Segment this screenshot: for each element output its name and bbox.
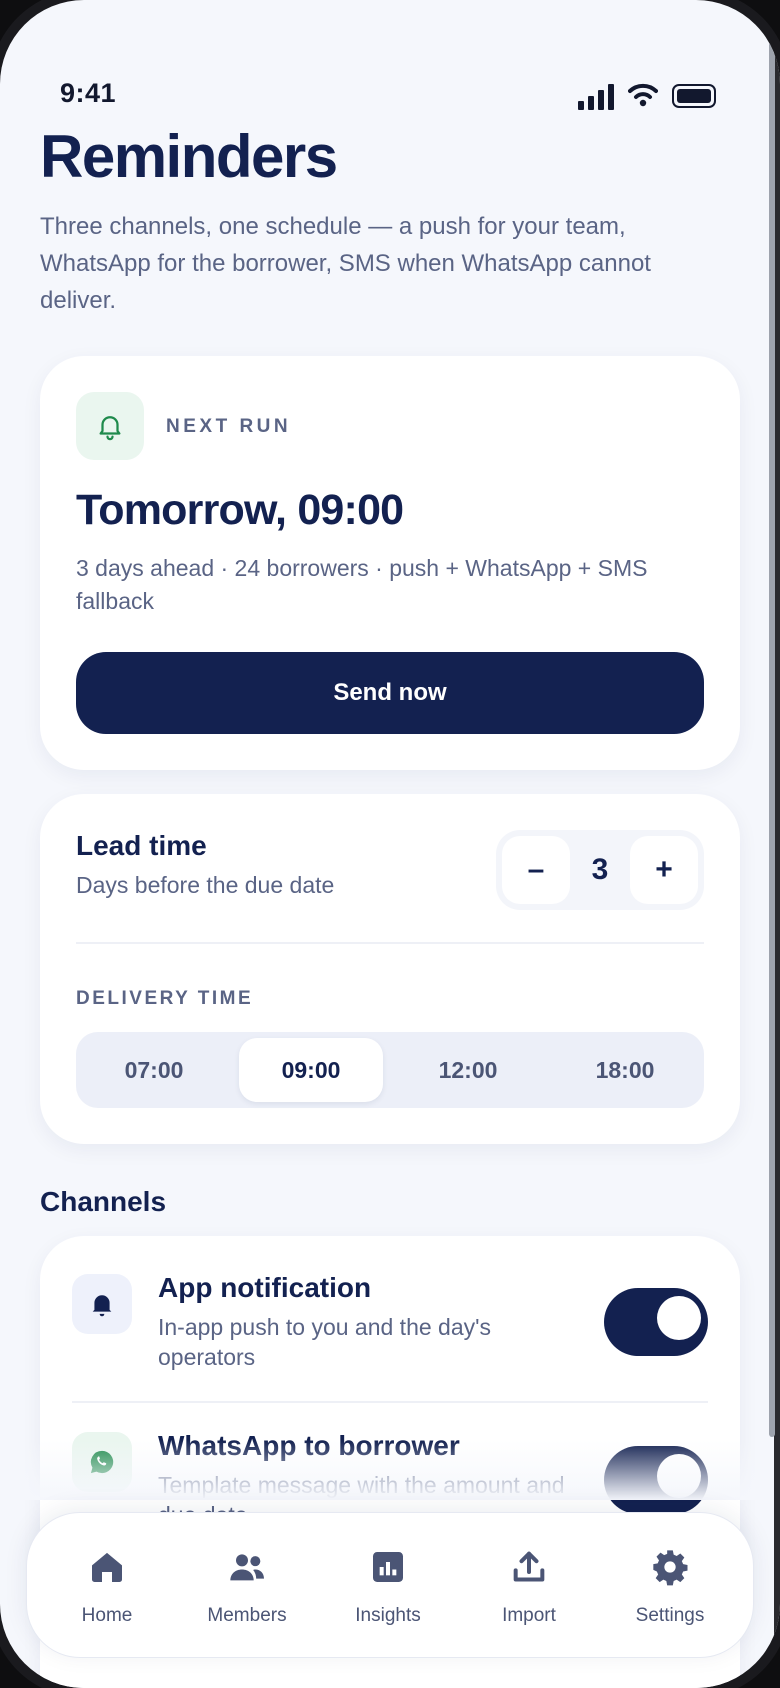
decrement-button[interactable]: – (502, 836, 570, 904)
insights-icon (373, 1552, 403, 1582)
tab-label: Members (207, 1605, 287, 1626)
tab-label: Settings (635, 1605, 705, 1626)
divider (76, 942, 704, 944)
bell-icon (76, 392, 144, 460)
next-run-card: NEXT RUN Tomorrow, 09:00 3 days ahead · … (40, 356, 740, 770)
page-description: Three channels, one schedule — a push fo… (40, 213, 651, 314)
tab-settings[interactable]: Settings (600, 1535, 740, 1645)
scrollbar[interactable] (769, 42, 775, 1437)
delivery-time-selector: 07:00 09:00 12:00 18:00 (76, 1032, 704, 1108)
tab-import[interactable]: Import (459, 1535, 599, 1645)
delivery-time-label: DELIVERY TIME (76, 988, 254, 1009)
tab-label: Home (81, 1605, 133, 1626)
status-icons (578, 82, 716, 110)
bell-icon (72, 1274, 132, 1334)
settings-icon (653, 1550, 688, 1586)
import-icon (513, 1551, 545, 1582)
delivery-option-1200[interactable]: 12:00 (396, 1038, 540, 1102)
signal-icon (578, 84, 614, 110)
members-icon (230, 1554, 264, 1581)
delivery-option-0700[interactable]: 07:00 (82, 1038, 226, 1102)
next-run-title: Tomorrow, 09:00 (76, 486, 404, 534)
status-time: 9:41 (60, 78, 117, 108)
scroll-fade (0, 1440, 780, 1500)
lead-time-value: 3 (591, 853, 609, 886)
channel-title: App notification (158, 1272, 372, 1303)
next-run-label: NEXT RUN (166, 416, 292, 437)
send-now-button[interactable]: Send now (76, 652, 704, 734)
lead-time-card: Lead time Days before the due date – 3 +… (40, 794, 740, 1144)
page-title: Reminders (40, 123, 338, 190)
lead-time-subtitle: Days before the due date (76, 872, 335, 898)
tab-insights[interactable]: Insights (318, 1535, 458, 1645)
channel-description: In-app push to you and the day's operato… (158, 1314, 492, 1370)
tab-bar: Home Members Insights Import Settings (26, 1512, 754, 1658)
battery-icon (672, 84, 716, 108)
tab-label: Import (502, 1605, 556, 1626)
delivery-option-1800[interactable]: 18:00 (553, 1038, 697, 1102)
app-notification-toggle[interactable] (604, 1288, 708, 1356)
home-icon (92, 1552, 122, 1582)
lead-time-title: Lead time (76, 830, 207, 861)
next-run-meta: 3 days ahead · 24 borrowers · push + Wha… (76, 555, 648, 614)
delivery-option-0900[interactable]: 09:00 (239, 1038, 383, 1102)
channels-heading: Channels (40, 1186, 167, 1217)
phone-screen: 9:41 Reminders Three channels, one sched… (0, 0, 780, 1688)
tab-label: Insights (355, 1605, 421, 1626)
wifi-icon (628, 83, 658, 107)
tab-members[interactable]: Members (177, 1535, 317, 1645)
tab-home[interactable]: Home (37, 1535, 177, 1645)
channel-row-app-notification: App notification In-app push to you and … (40, 1236, 740, 1394)
lead-time-stepper: – 3 + (496, 830, 704, 910)
increment-button[interactable]: + (630, 836, 698, 904)
